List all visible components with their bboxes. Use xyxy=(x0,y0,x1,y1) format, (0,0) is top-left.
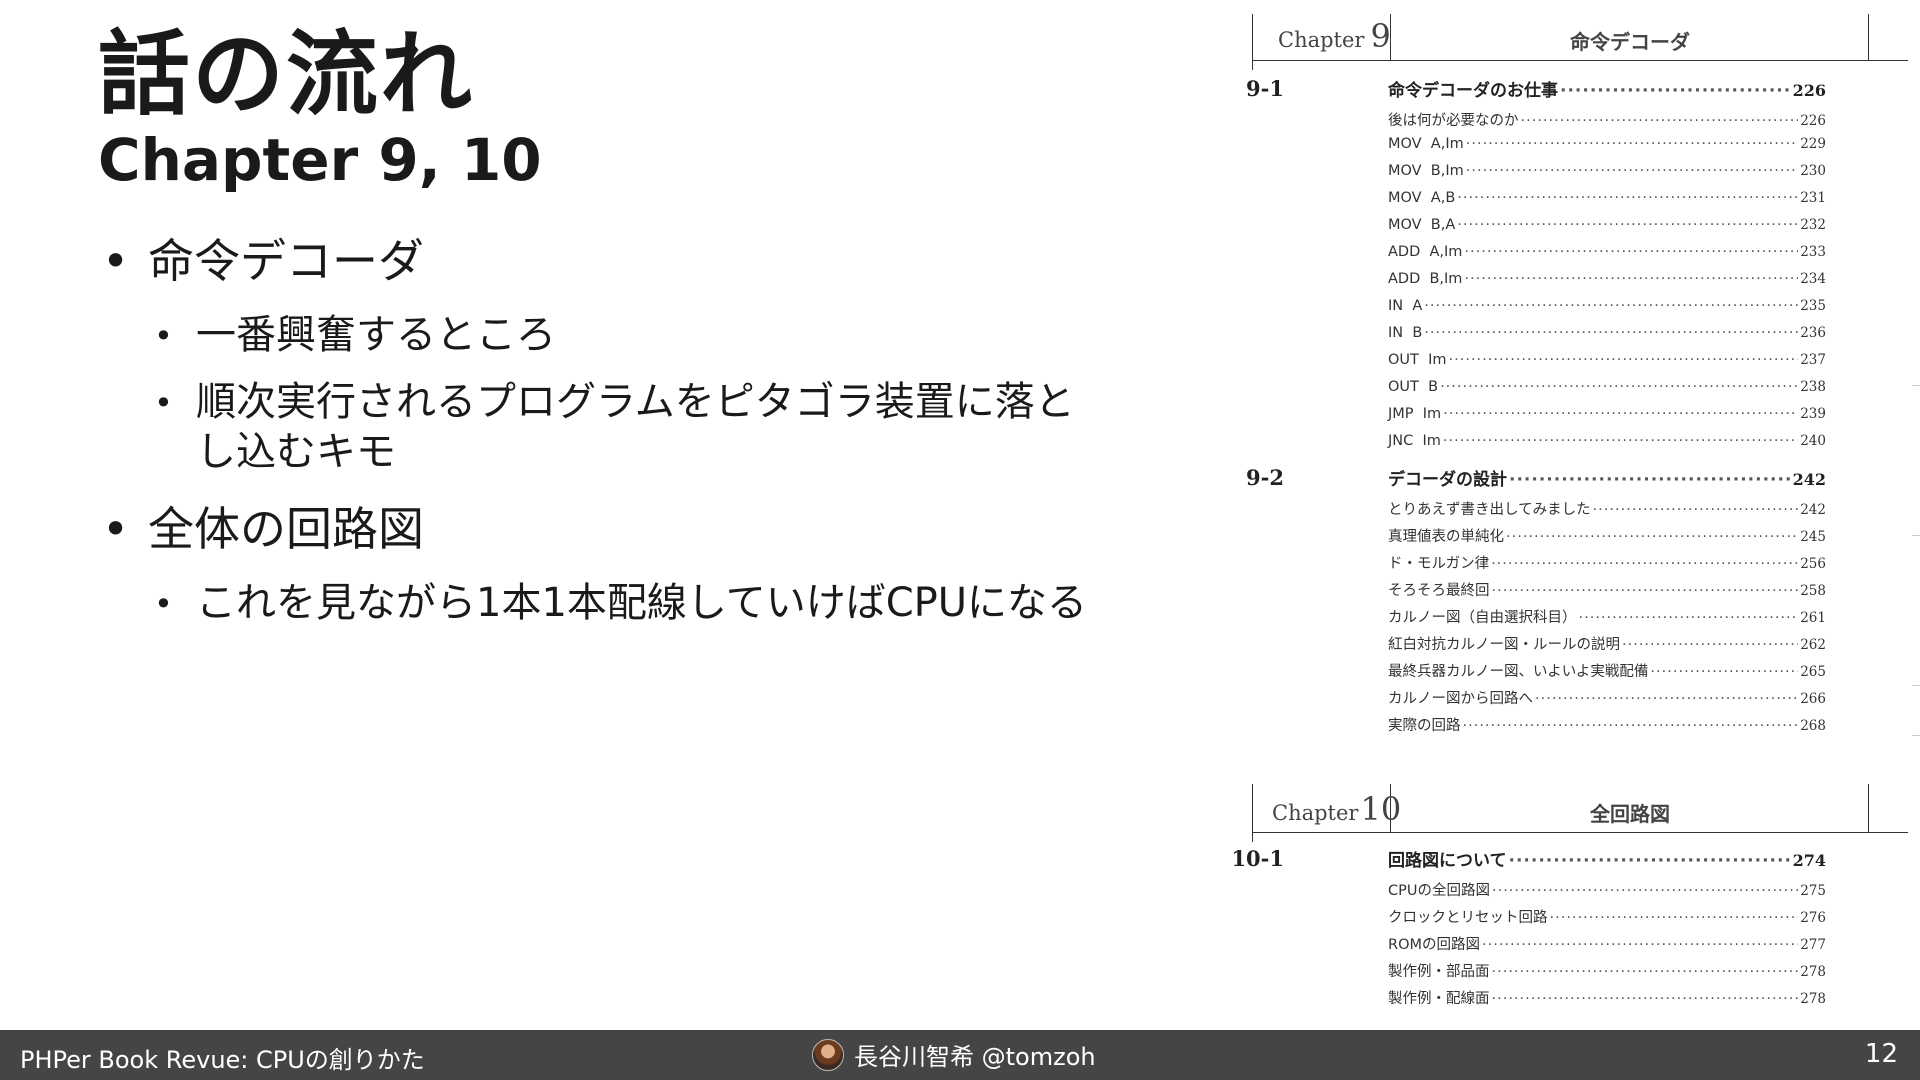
page-number: 242 xyxy=(1792,470,1826,489)
section-heading: 9-1 命令デコーダのお仕事 226 xyxy=(1246,76,1826,106)
page-edge-mark xyxy=(1912,535,1920,536)
toc-item: MOV A,B231 xyxy=(1388,190,1826,206)
toc-item: MOV A,Im229 xyxy=(1388,136,1826,152)
chapter-label: Chapter10 xyxy=(1272,790,1402,828)
toc-item: 紅白対抗カルノー図・ルールの説明262 xyxy=(1388,633,1826,654)
presentation-title: PHPer Book Revue: CPUの創りかた xyxy=(20,1046,425,1074)
chapter-label: Chapter 9 xyxy=(1278,17,1391,55)
toc-item: 真理値表の単純化245 xyxy=(1388,525,1826,546)
section-title: 回路図について xyxy=(1388,851,1507,871)
section-heading: 10-1 回路図について 274 xyxy=(1231,846,1826,876)
page-edge-mark xyxy=(1912,735,1920,736)
toc-item: IN A235 xyxy=(1388,298,1826,314)
section-title: 命令デコーダのお仕事 xyxy=(1388,81,1558,101)
bullet-text: 命令デコーダ xyxy=(148,234,424,288)
bullet-item: 命令デコーダ 一番興奮するところ 順次実行されるプログラムをピタゴラ装置に落とし… xyxy=(98,232,1158,478)
toc-item: OUT Im237 xyxy=(1388,352,1826,368)
toc-item: ADD B,Im234 xyxy=(1388,271,1826,287)
toc-item: カルノー図（自由選択科目）261 xyxy=(1388,606,1826,627)
toc-item: カルノー図から回路へ266 xyxy=(1388,687,1826,708)
slide-page-number: 12 xyxy=(1864,1039,1898,1069)
sub-bullet-item: 順次実行されるプログラムをピタゴラ装置に落とし込むキモ xyxy=(148,377,1108,479)
sub-bullet-item: これを見ながら1本1本配線していけばCPUになる xyxy=(148,578,1158,630)
toc-item: 製作例・配線面278 xyxy=(1388,987,1826,1008)
toc-item: ROMの回路図277 xyxy=(1388,933,1826,954)
toc-item: MOV B,Im230 xyxy=(1388,163,1826,179)
toc-item: JMP Im239 xyxy=(1388,406,1826,422)
section-number: 9-2 xyxy=(1246,465,1284,490)
sub-bullet-item: 一番興奮するところ xyxy=(148,310,1158,362)
toc-item: ド・モルガン律256 xyxy=(1388,552,1826,573)
page-number: 226 xyxy=(1792,81,1826,100)
toc-item: ADD A,Im233 xyxy=(1388,244,1826,260)
author-name: 長谷川智希 @tomzoh xyxy=(854,1043,1096,1071)
toc-image: Chapter9 命令デコーダ 9-1 命令デコーダのお仕事 226 後は何が必要… xyxy=(1231,0,1920,1030)
toc-item: CPUの全回路図275 xyxy=(1388,879,1826,900)
toc-item: JNC Im240 xyxy=(1388,433,1826,449)
section-heading: 9-2 デコーダの設計 242 xyxy=(1246,465,1826,495)
page-edge-mark xyxy=(1912,385,1920,386)
toc-item: 実際の回路268 xyxy=(1388,714,1826,735)
section-title: デコーダの設計 xyxy=(1388,470,1507,490)
slide-title: 話の流れ xyxy=(98,21,475,128)
toc-item: 後は何が必要なのか226 xyxy=(1388,109,1826,130)
bullet-text: 全体の回路図 xyxy=(148,502,424,557)
toc-item: 最終兵器カルノー図、いよいよ実戦配備265 xyxy=(1388,660,1826,681)
bullet-list: 命令デコーダ 一番興奮するところ 順次実行されるプログラムをピタゴラ装置に落とし… xyxy=(98,232,1158,651)
section-number: 9-1 xyxy=(1246,76,1284,101)
chapter-title: 全回路図 xyxy=(1590,802,1670,826)
author-info: 長谷川智希 @tomzoh xyxy=(812,1037,1096,1072)
sub-bullet-list: これを見ながら1本1本配線していけばCPUになる xyxy=(148,578,1158,630)
toc-item: そろそろ最終回258 xyxy=(1388,579,1826,600)
toc-item: 製作例・部品面278 xyxy=(1388,960,1826,981)
page-number: 274 xyxy=(1792,851,1826,870)
chapter-title: 命令デコーダ xyxy=(1570,30,1690,54)
toc-item: MOV B,A232 xyxy=(1388,217,1826,233)
avatar xyxy=(812,1038,844,1071)
toc-item: クロックとリセット回路276 xyxy=(1388,906,1826,927)
page-edge-mark xyxy=(1912,685,1920,686)
toc-item: IN B236 xyxy=(1388,325,1826,341)
slide-subtitle: Chapter 9, 10 xyxy=(98,126,542,194)
bullet-item: 全体の回路図 これを見ながら1本1本配線していけばCPUになる xyxy=(98,500,1158,630)
toc-item: とりあえず書き出してみました242 xyxy=(1388,498,1826,519)
section-number: 10-1 xyxy=(1231,846,1284,871)
slide-footer: PHPer Book Revue: CPUの創りかた 長谷川智希 @tomzoh… xyxy=(0,1030,1920,1080)
sub-bullet-list: 一番興奮するところ 順次実行されるプログラムをピタゴラ装置に落とし込むキモ xyxy=(148,310,1158,478)
toc-item: OUT B238 xyxy=(1388,379,1826,395)
